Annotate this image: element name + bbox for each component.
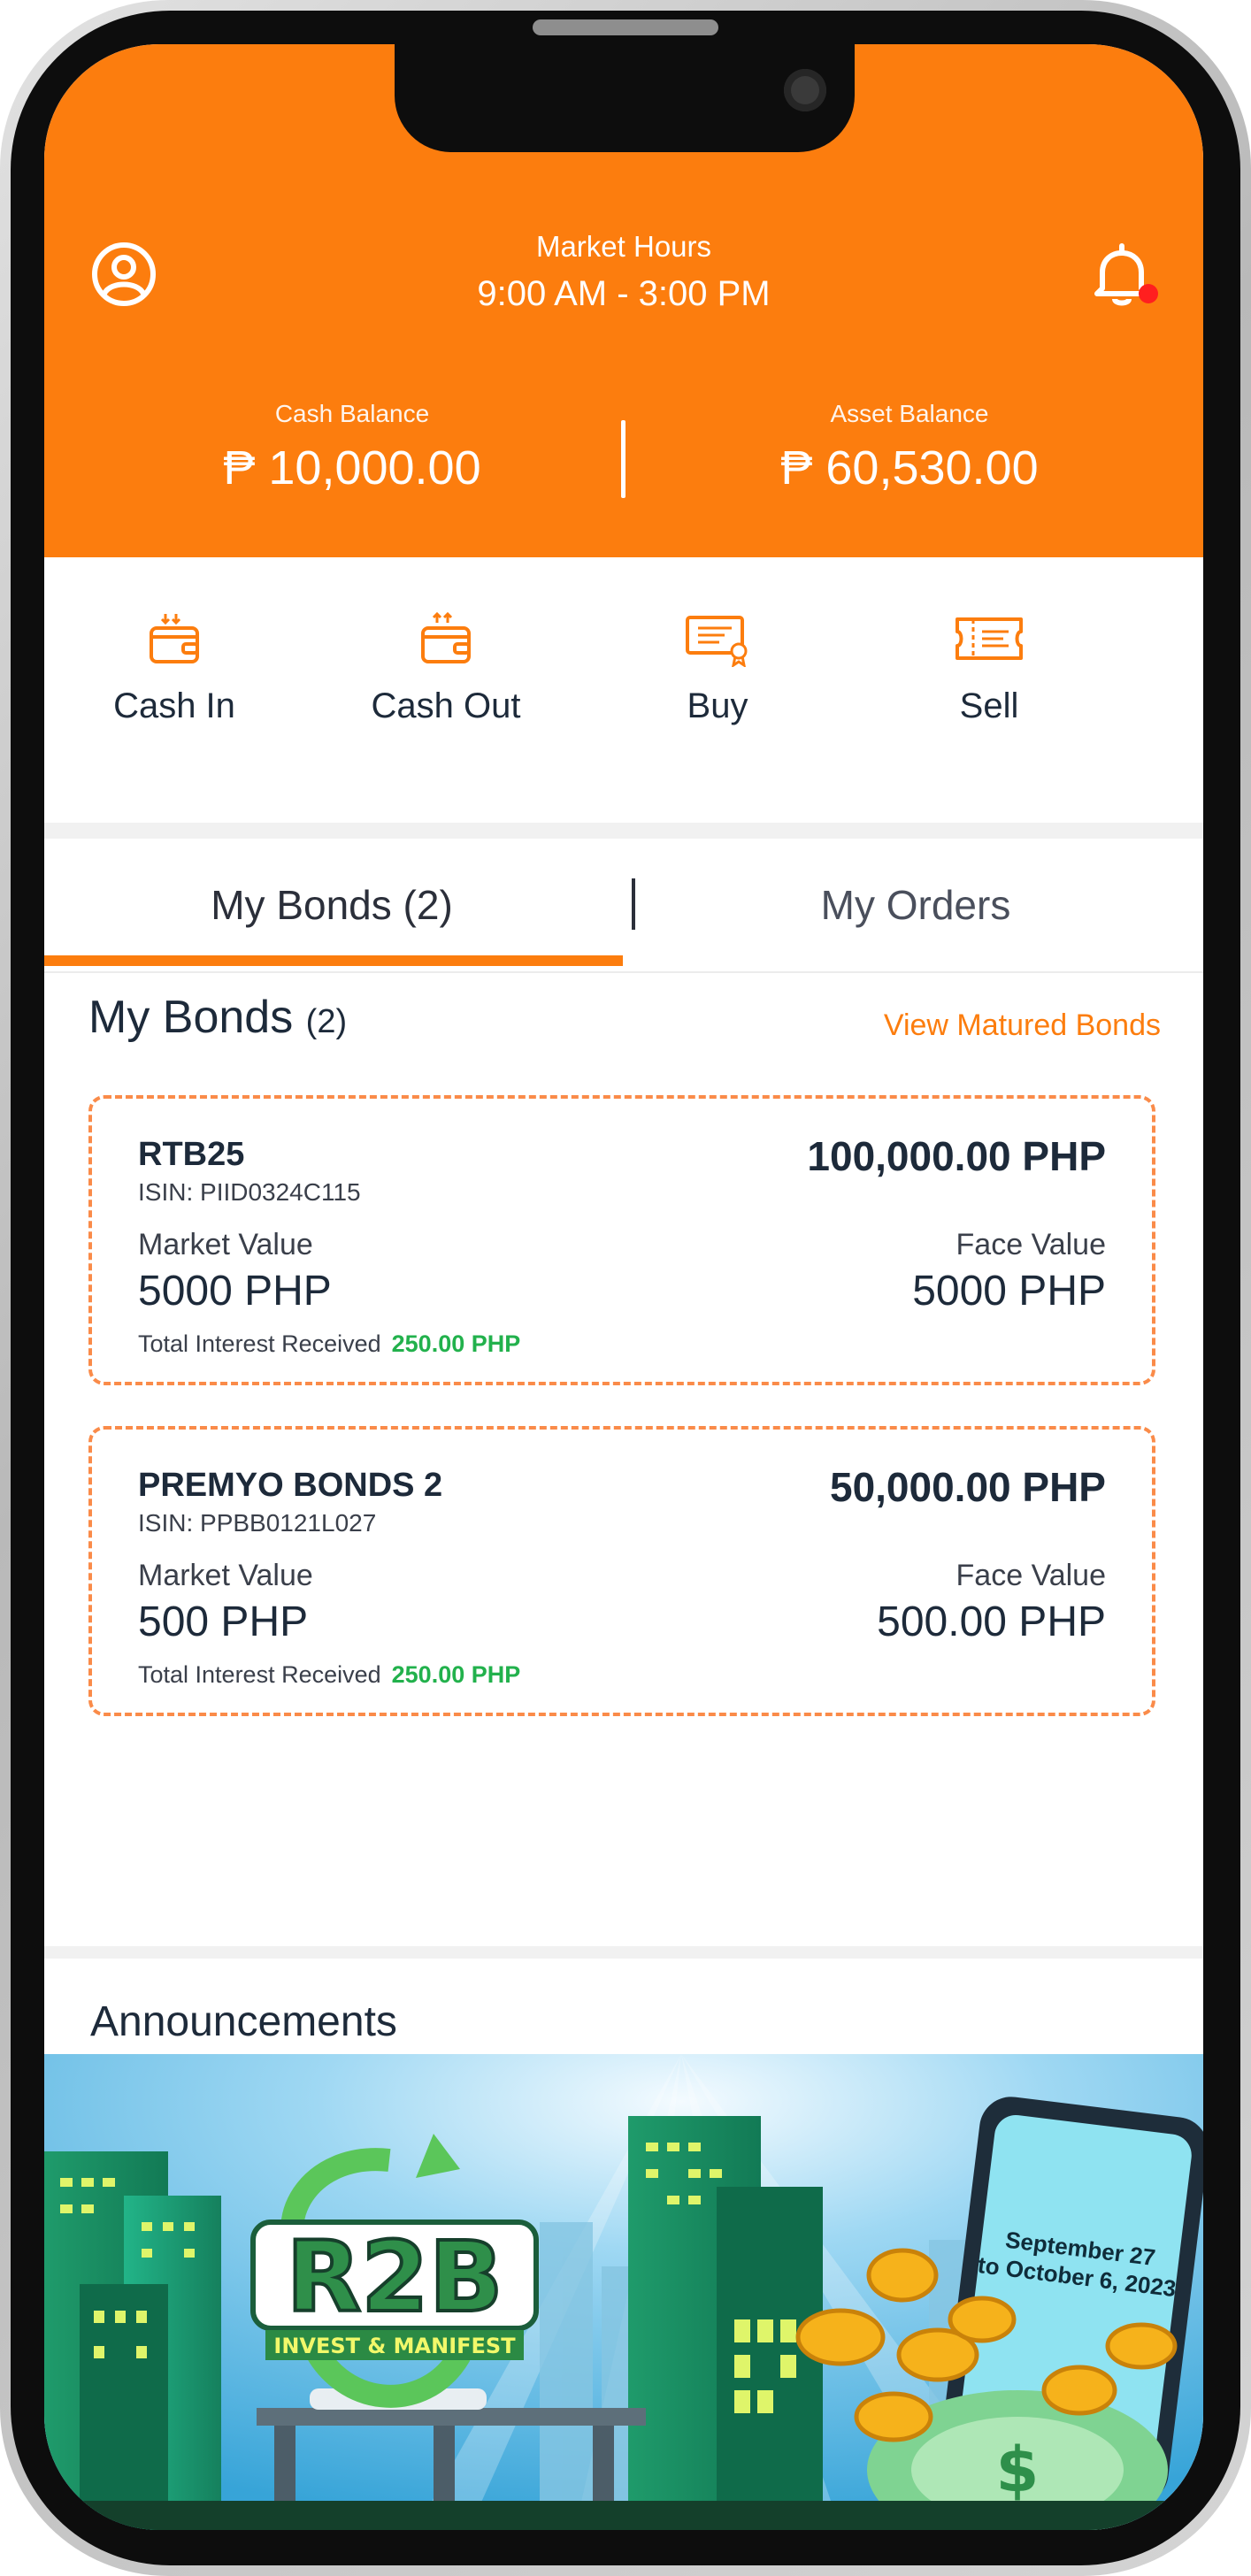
interest-label: Total Interest Received	[138, 1661, 381, 1688]
tab-my-bonds[interactable]: My Bonds (2)	[44, 839, 619, 971]
bond-card[interactable]: PREMYO BONDS 2 ISIN: PPBB0121L027 50,000…	[88, 1426, 1155, 1716]
market-value: 5000 PHP	[138, 1268, 332, 1315]
certificate-icon	[686, 616, 748, 667]
face-value: 5000 PHP	[912, 1268, 1106, 1315]
interest-row: Total Interest Received 250.00 PHP	[138, 1661, 520, 1689]
bond-amount: 100,000.00 PHP	[807, 1133, 1106, 1179]
market-hours-label: Market Hours	[535, 230, 712, 263]
my-bonds-heading: My Bonds (2)	[88, 991, 347, 1044]
cash-out-button[interactable]: Cash Out	[349, 610, 543, 770]
wallet-out-icon	[421, 611, 471, 663]
face-value-label: Face Value	[956, 1559, 1106, 1592]
asset-balance-label: Asset Balance	[830, 400, 989, 427]
cash-out-label: Cash Out	[371, 686, 521, 725]
interest-label: Total Interest Received	[138, 1330, 381, 1357]
my-bonds-title: My Bonds	[88, 992, 294, 1043]
section-divider	[44, 1946, 1203, 1959]
cash-in-label: Cash In	[113, 686, 235, 725]
face-value-label: Face Value	[956, 1228, 1106, 1261]
phone-speaker	[533, 19, 718, 35]
balance-divider	[621, 420, 626, 498]
banner-illustration: R2B INVEST & MANIFEST September 27 to Oc…	[44, 2054, 1203, 2530]
bond-amount: 50,000.00 PHP	[829, 1464, 1106, 1510]
face-value: 500.00 PHP	[877, 1598, 1106, 1645]
cash-balance-value: ₱ 10,000.00	[223, 441, 481, 494]
phone-notch	[395, 44, 855, 152]
cash-balance-label: Cash Balance	[274, 400, 430, 427]
wallet-in-icon	[150, 614, 199, 663]
active-tab-indicator	[44, 955, 623, 966]
notification-dot	[1139, 284, 1158, 303]
r2b-logo-text: R2B	[286, 2220, 503, 2334]
interest-row: Total Interest Received 250.00 PHP	[138, 1330, 520, 1358]
sell-button[interactable]: Sell	[892, 610, 1086, 770]
phone-frame: Market Hours 9:00 AM - 3:00 PM Cash Bala…	[0, 0, 1251, 2576]
bond-name: PREMYO BONDS 2	[138, 1467, 443, 1504]
bond-isin: ISIN: PIID0324C115	[138, 1178, 361, 1206]
market-hours-value: 9:00 AM - 3:00 PM	[477, 274, 771, 313]
quick-actions: Cash In Cash Out Buy Sell	[44, 557, 1203, 823]
market-value-label: Market Value	[138, 1228, 313, 1261]
app-screen: Market Hours 9:00 AM - 3:00 PM Cash Bala…	[44, 44, 1203, 2530]
bond-card[interactable]: RTB25 ISIN: PIID0324C115 100,000.00 PHP …	[88, 1095, 1155, 1385]
r2b-tagline: INVEST & MANIFEST	[273, 2334, 516, 2358]
bond-isin: ISIN: PPBB0121L027	[138, 1509, 377, 1537]
interest-value: 250.00 PHP	[391, 1330, 521, 1357]
buy-button[interactable]: Buy	[620, 610, 815, 770]
bond-name: RTB25	[138, 1136, 245, 1173]
cash-in-button[interactable]: Cash In	[77, 610, 272, 770]
front-camera	[784, 69, 826, 111]
tab-bar: My Bonds (2) My Orders	[44, 839, 1203, 973]
buy-label: Buy	[687, 686, 748, 725]
tab-my-orders[interactable]: My Orders	[628, 839, 1203, 971]
announcement-banner[interactable]: R2B INVEST & MANIFEST September 27 to Oc…	[44, 2054, 1203, 2530]
sell-label: Sell	[959, 686, 1019, 725]
market-value: 500 PHP	[138, 1598, 309, 1645]
asset-balance-value: ₱ 60,530.00	[780, 441, 1039, 494]
announcements-heading: Announcements	[90, 1998, 397, 2045]
section-divider	[44, 823, 1203, 839]
ticket-icon	[956, 617, 1023, 660]
svg-text:$: $	[996, 2434, 1040, 2506]
interest-value: 250.00 PHP	[391, 1661, 521, 1688]
view-matured-bonds-link[interactable]: View Matured Bonds	[884, 1008, 1161, 1043]
my-bonds-count: (2)	[305, 1003, 348, 1040]
market-value-label: Market Value	[138, 1559, 313, 1592]
